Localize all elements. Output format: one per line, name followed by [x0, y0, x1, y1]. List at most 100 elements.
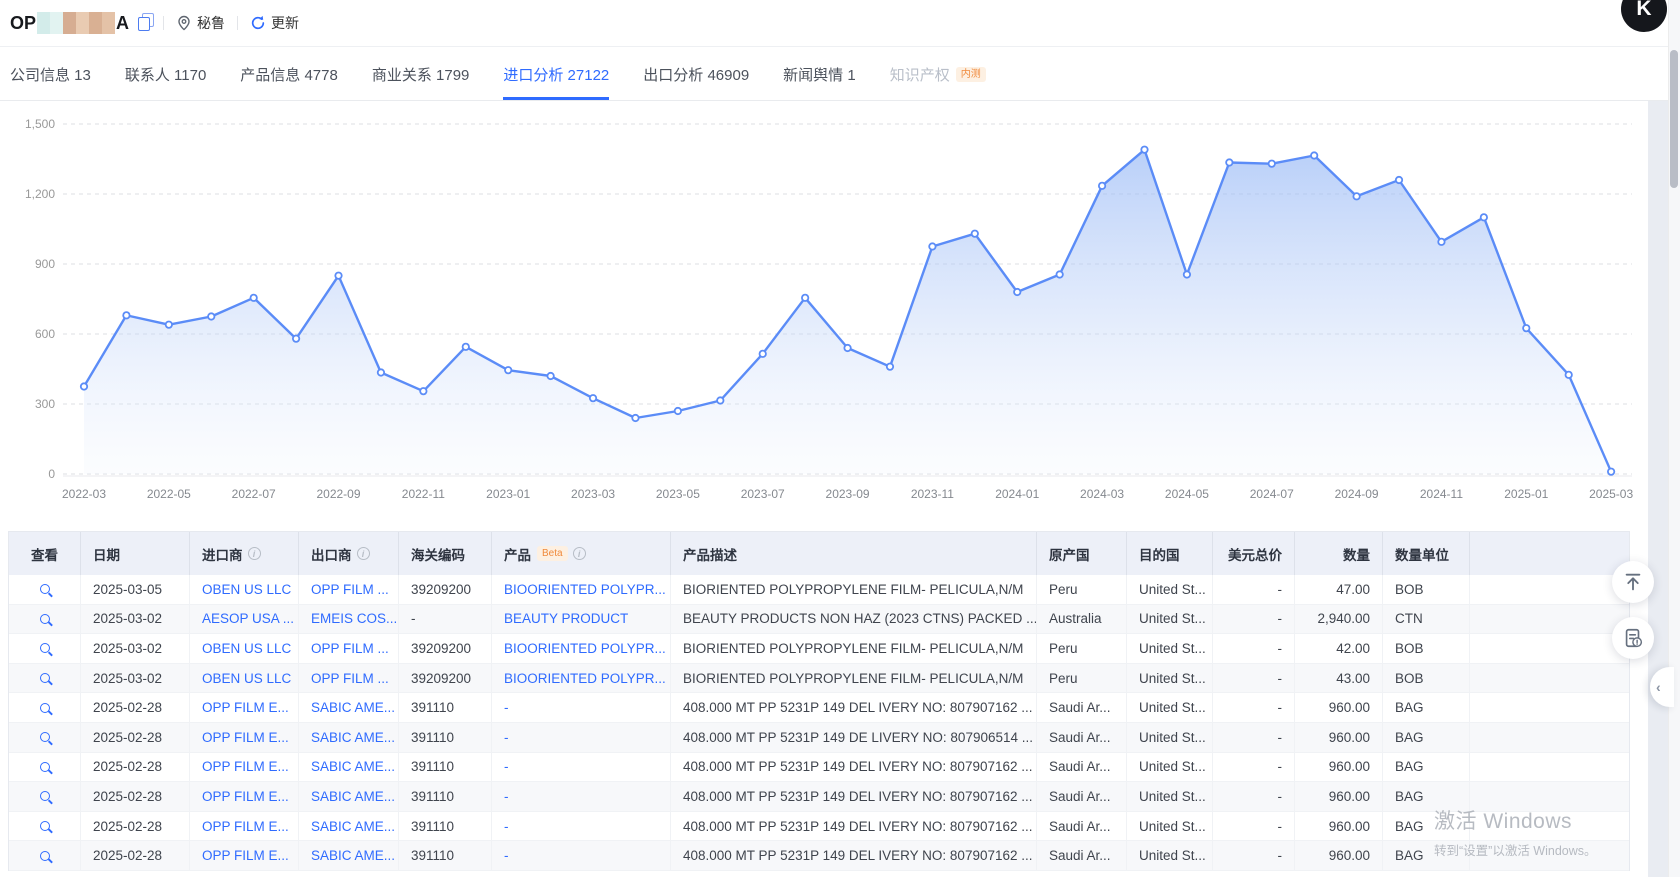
cell-exporter[interactable]: SABIC AME...: [299, 841, 399, 870]
tab-company-info[interactable]: 公司信息 13: [10, 48, 91, 100]
tab-products[interactable]: 产品信息 4778: [240, 48, 338, 100]
view-record-button[interactable]: [9, 782, 81, 811]
search-magnifier-icon[interactable]: [40, 643, 50, 653]
cell-origin-country: Saudi Ar...: [1037, 782, 1127, 811]
cell-product[interactable]: BIOORIENTED POLYPR...: [492, 664, 671, 693]
cell-exporter[interactable]: SABIC AME...: [299, 723, 399, 752]
view-record-button[interactable]: [9, 605, 81, 634]
cell-quantity-unit: BOB: [1383, 575, 1470, 604]
search-magnifier-icon[interactable]: [40, 851, 50, 861]
copy-icon[interactable]: [138, 16, 151, 31]
avatar-initial: K: [1636, 0, 1651, 21]
view-record-button[interactable]: [9, 664, 81, 693]
cell-importer[interactable]: OPP FILM E...: [190, 782, 299, 811]
column-header-产品: 产品Beta: [492, 532, 671, 575]
cell-quantity-unit: BAG: [1383, 841, 1470, 870]
cell-product[interactable]: -: [492, 693, 671, 722]
tab-ip[interactable]: 知识产权内测: [890, 48, 986, 100]
search-magnifier-icon[interactable]: [40, 821, 50, 831]
cell-importer[interactable]: OBEN US LLC: [190, 575, 299, 604]
cell-dest-country: United St...: [1127, 782, 1213, 811]
tab-export-analysis[interactable]: 出口分析 46909: [643, 48, 749, 100]
cell-empty: [1470, 634, 1629, 663]
cell-importer[interactable]: OPP FILM E...: [190, 723, 299, 752]
view-record-button[interactable]: [9, 634, 81, 663]
redacted-company-name: [37, 12, 115, 34]
page-scrollbar[interactable]: [1668, 0, 1680, 877]
cell-importer[interactable]: OBEN US LLC: [190, 664, 299, 693]
cell-date: 2025-02-28: [81, 753, 190, 782]
column-label: 原产国: [1049, 544, 1090, 564]
cell-importer[interactable]: OPP FILM E...: [190, 841, 299, 870]
beta-badge: 内测: [956, 67, 986, 82]
view-record-button[interactable]: [9, 841, 81, 870]
view-record-button[interactable]: [9, 575, 81, 604]
import-records-table: 查看日期进口商出口商海关编码产品Beta产品描述原产国目的国美元总价数量数量单位…: [8, 531, 1630, 871]
view-record-button[interactable]: [9, 723, 81, 752]
cell-date: 2025-02-28: [81, 841, 190, 870]
search-magnifier-icon[interactable]: [40, 703, 50, 713]
info-icon[interactable]: [573, 547, 586, 560]
cell-product[interactable]: BIOORIENTED POLYPR...: [492, 575, 671, 604]
cell-exporter[interactable]: OPP FILM ...: [299, 664, 399, 693]
cell-product[interactable]: -: [492, 753, 671, 782]
cell-quantity-unit: BAG: [1383, 812, 1470, 841]
tab-news[interactable]: 新闻舆情 1: [783, 48, 856, 100]
search-magnifier-icon[interactable]: [40, 584, 50, 594]
x-axis-tick-label: 2022-11: [402, 487, 445, 501]
scrollbar-thumb[interactable]: [1670, 50, 1678, 188]
cell-exporter[interactable]: SABIC AME...: [299, 812, 399, 841]
cell-exporter[interactable]: SABIC AME...: [299, 693, 399, 722]
column-header-查看: 查看: [9, 532, 81, 575]
info-icon[interactable]: [357, 547, 370, 560]
view-record-button[interactable]: [9, 812, 81, 841]
tab-import-analysis[interactable]: 进口分析 27122: [503, 48, 609, 100]
search-magnifier-icon[interactable]: [40, 791, 50, 801]
cell-product[interactable]: -: [492, 723, 671, 752]
cell-exporter[interactable]: SABIC AME...: [299, 753, 399, 782]
info-icon[interactable]: [248, 547, 261, 560]
table-row: 2025-03-02OBEN US LLCOPP FILM ...3920920…: [9, 664, 1629, 694]
column-header-原产国: 原产国: [1037, 532, 1127, 575]
cell-importer[interactable]: AESOP USA ...: [190, 605, 299, 634]
cell-importer[interactable]: OPP FILM E...: [190, 753, 299, 782]
y-axis-tick-label: 900: [35, 257, 55, 271]
back-to-top-button[interactable]: [1612, 561, 1654, 603]
tab-label: 新闻舆情 1: [783, 64, 856, 85]
cell-date: 2025-03-02: [81, 634, 190, 663]
table-row: 2025-02-28OPP FILM E...SABIC AME...39111…: [9, 782, 1629, 812]
cell-exporter[interactable]: EMEIS COS...: [299, 605, 399, 634]
cell-product[interactable]: -: [492, 812, 671, 841]
cell-quantity: 960.00: [1295, 753, 1383, 782]
cell-exporter[interactable]: SABIC AME...: [299, 782, 399, 811]
cell-date: 2025-03-05: [81, 575, 190, 604]
search-magnifier-icon[interactable]: [40, 614, 50, 624]
cell-empty: [1470, 693, 1629, 722]
search-magnifier-icon[interactable]: [40, 673, 50, 683]
report-feedback-button[interactable]: [1612, 617, 1654, 659]
cell-product[interactable]: BEAUTY PRODUCT: [492, 605, 671, 634]
view-record-button[interactable]: [9, 753, 81, 782]
column-label: 海关编码: [411, 544, 465, 564]
cell-product[interactable]: -: [492, 841, 671, 870]
x-axis-tick-label: 2022-03: [62, 487, 106, 501]
tab-contacts[interactable]: 联系人 1170: [125, 48, 206, 100]
search-magnifier-icon[interactable]: [40, 732, 50, 742]
cell-importer[interactable]: OPP FILM E...: [190, 812, 299, 841]
cell-importer[interactable]: OBEN US LLC: [190, 634, 299, 663]
cell-importer[interactable]: OPP FILM E...: [190, 693, 299, 722]
column-label: 数量: [1343, 544, 1370, 564]
search-magnifier-icon[interactable]: [40, 762, 50, 772]
cell-exporter[interactable]: OPP FILM ...: [299, 575, 399, 604]
top-bar: OP A 秘鲁 更新: [0, 0, 1668, 47]
tab-relations[interactable]: 商业关系 1799: [372, 48, 470, 100]
cell-product[interactable]: -: [492, 782, 671, 811]
cell-exporter[interactable]: OPP FILM ...: [299, 634, 399, 663]
cell-product[interactable]: BIOORIENTED POLYPR...: [492, 634, 671, 663]
cell-quantity: 960.00: [1295, 782, 1383, 811]
column-label: 日期: [93, 544, 120, 564]
x-axis-tick-label: 2024-03: [1080, 487, 1124, 501]
x-axis-tick-label: 2024-01: [995, 487, 1039, 501]
refresh-button[interactable]: 更新: [250, 13, 299, 33]
view-record-button[interactable]: [9, 693, 81, 722]
